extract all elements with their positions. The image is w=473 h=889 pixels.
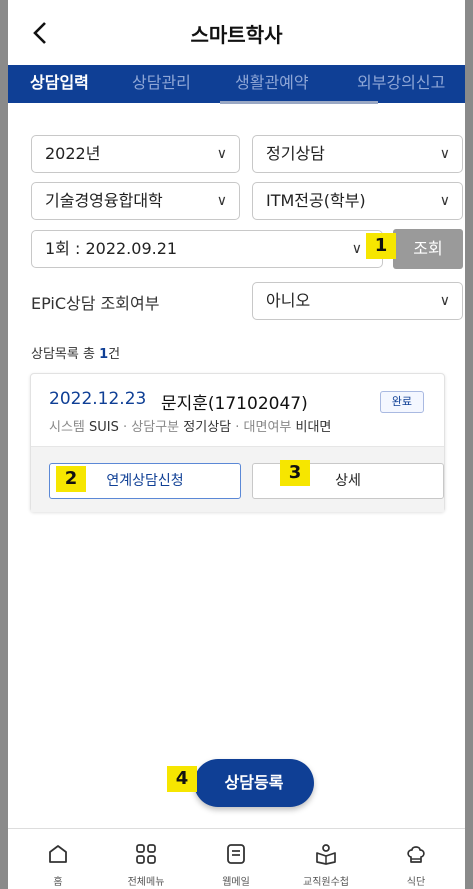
marker-3: 3 (280, 460, 310, 486)
search-button[interactable]: 조회 (393, 229, 463, 269)
staff-book-icon (316, 844, 336, 865)
nav-home-label: 홈 (53, 877, 63, 888)
year-select[interactable]: 2022년 ∨ (31, 135, 240, 173)
consult-type-value: 정기상담 (266, 144, 325, 163)
marker-2: 2 (56, 466, 86, 492)
year-select-value: 2022년 (45, 144, 101, 163)
epic-value: 아니오 (266, 291, 311, 310)
chevron-down-icon: ∨ (351, 241, 362, 257)
department-select[interactable]: ITM전공(학부) ∨ (252, 182, 463, 220)
system-value: SUIS (89, 420, 119, 435)
status-badge: 완료 (379, 391, 424, 413)
grid-menu-icon (136, 844, 156, 864)
register-consult-button[interactable]: 상담등록 (194, 759, 314, 807)
consult-card-actions: 연계상담신청 상세 (31, 446, 444, 512)
list-count-suffix: 건 (108, 347, 121, 362)
chevron-down-icon: ∨ (439, 146, 450, 162)
nav-all-menu[interactable]: 전체메뉴 (106, 829, 186, 889)
student-name: 문지훈(17102047) (161, 394, 308, 414)
nav-meal-label: 식단 (406, 877, 426, 888)
chevron-down-icon: ∨ (439, 193, 450, 209)
marker-4: 4 (167, 766, 197, 792)
consult-type-select[interactable]: 정기상담 ∨ (252, 135, 463, 173)
list-count-prefix: 상담목록 총 (31, 347, 100, 362)
tab-external-lecture[interactable]: 외부강의신고 (357, 65, 445, 103)
type-label: 상담구분 (131, 420, 180, 435)
nav-staff-book[interactable]: 교직원수첩 (286, 829, 366, 889)
tab-dorm-reservation[interactable]: 생활관예약 (235, 65, 309, 103)
tab-consult-input[interactable]: 상담입력 (30, 65, 89, 103)
list-count-number: 1 (99, 347, 109, 362)
nav-staff-book-label: 교직원수첩 (303, 877, 349, 888)
consult-card: 2022.12.23 문지훈(17102047) 완료 시스템 SUIS · 상… (30, 373, 445, 512)
mail-icon (227, 844, 245, 864)
tab-scroll-indicator (220, 101, 378, 104)
session-value: 1회 : 2022.09.21 (45, 239, 178, 258)
epic-label: EPiC상담 조회여부 (31, 294, 160, 313)
consult-card-summary[interactable]: 2022.12.23 문지훈(17102047) 완료 시스템 SUIS · 상… (31, 374, 444, 446)
nav-all-menu-label: 전체메뉴 (127, 877, 165, 888)
nav-menu-meal[interactable]: 식단 (376, 829, 456, 889)
mode-label: 대면여부 (243, 420, 292, 435)
app-bar: 스마트학사 (8, 0, 465, 65)
app-screen: 스마트학사 상담입력 상담관리 생활관예약 외부강의신고 2022년 ∨ 정기상… (8, 0, 465, 889)
chef-hat-icon (407, 846, 425, 863)
system-label: 시스템 (49, 420, 85, 435)
consult-meta: 시스템 SUIS · 상담구분 정기상담 · 대면여부 비대면 (49, 416, 331, 435)
college-value: 기술경영융합대학 (45, 191, 163, 210)
tab-bar: 상담입력 상담관리 생활관예약 외부강의신고 (8, 65, 465, 103)
list-count: 상담목록 총 1건 (31, 343, 120, 362)
home-icon (49, 845, 67, 863)
page-title: 스마트학사 (190, 23, 283, 47)
nav-home[interactable]: 홈 (18, 829, 98, 889)
nav-webmail-label: 웹메일 (222, 877, 250, 888)
college-select[interactable]: 기술경영융합대학 ∨ (31, 182, 240, 220)
separator-dot: · (235, 420, 244, 435)
epic-select[interactable]: 아니오 ∨ (252, 282, 463, 320)
mode-value: 비대면 (295, 420, 332, 435)
bottom-nav: 홈 전체메뉴 웹메일 교직원수첩 식단 (8, 828, 465, 889)
nav-webmail[interactable]: 웹메일 (196, 829, 276, 889)
marker-1: 1 (366, 233, 396, 259)
tab-consult-manage[interactable]: 상담관리 (132, 65, 191, 103)
chevron-down-icon: ∨ (216, 193, 227, 209)
chevron-down-icon: ∨ (216, 146, 227, 162)
session-select[interactable]: 1회 : 2022.09.21 ∨ (31, 230, 383, 268)
type-value: 정기상담 (183, 420, 232, 435)
chevron-down-icon: ∨ (439, 293, 450, 309)
consult-date: 2022.12.23 (49, 389, 147, 409)
department-value: ITM전공(학부) (266, 191, 366, 210)
